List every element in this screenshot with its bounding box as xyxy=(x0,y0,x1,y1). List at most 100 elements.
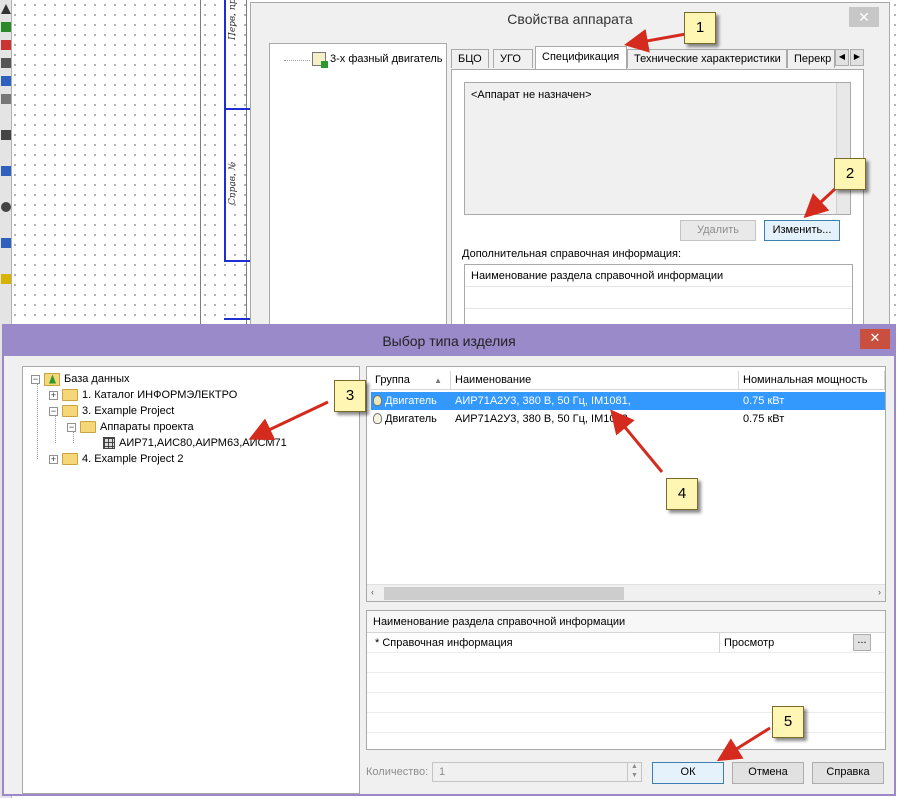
database-tree: − База данных + 1. Каталог ИНФОРМЭЛЕКТРО… xyxy=(22,366,360,794)
change-button[interactable]: Изменить... xyxy=(764,220,840,241)
column-header-name[interactable]: Наименование xyxy=(451,371,739,390)
expand-icon[interactable]: + xyxy=(49,390,58,400)
ok-button[interactable]: ОК xyxy=(652,762,724,784)
tree-node-label: 1. Каталог ИНФОРМЭЛЕКТРО xyxy=(82,389,238,401)
tree-node-label: АИР71,АИС80,АИРМ63,АИСМ71 xyxy=(119,437,287,449)
device-tree: 3-х фазный двигатель xyxy=(269,43,447,333)
callout-1: 1 xyxy=(684,12,716,44)
tool-icon[interactable] xyxy=(1,202,11,212)
tree-node-label: 3. Example Project xyxy=(82,405,175,417)
tool-icon[interactable] xyxy=(1,76,11,86)
dialog-title: Свойства аппарата xyxy=(251,3,889,35)
tool-icon[interactable] xyxy=(1,4,11,14)
cell-name: АИР71А2У3, 380 В, 50 Гц, IM1082, xyxy=(455,413,631,425)
tree-node-project2[interactable]: + 4. Example Project 2 xyxy=(49,451,184,467)
quantity-stepper[interactable]: 1 ▲ ▼ xyxy=(432,762,642,782)
quantity-value: 1 xyxy=(439,766,446,778)
info-row-value: Просмотр xyxy=(719,633,774,653)
callout-3: 3 xyxy=(334,380,366,412)
tool-icon[interactable] xyxy=(1,22,11,32)
info-header: Наименование раздела справочной информац… xyxy=(367,611,885,633)
sort-ascending-icon: ▲ xyxy=(434,376,442,385)
tab-cross-ref[interactable]: Перекр xyxy=(787,49,835,68)
scroll-right-icon[interactable]: › xyxy=(878,587,881,597)
tree-node-catalog[interactable]: + 1. Каталог ИНФОРМЭЛЕКТРО xyxy=(49,387,237,403)
tree-node-label: Аппараты проекта xyxy=(100,421,194,433)
delete-button[interactable]: Удалить xyxy=(680,220,756,241)
scroll-left-icon[interactable]: ‹ xyxy=(371,587,374,597)
info-column-header: Наименование раздела справочной информац… xyxy=(465,265,852,287)
horizontal-scrollbar[interactable]: ‹ › xyxy=(367,584,885,601)
folder-icon xyxy=(80,421,96,433)
column-header-group[interactable]: Группа ▲ xyxy=(371,371,451,390)
browse-button[interactable]: ... xyxy=(853,634,871,651)
tab-scroll-right-icon[interactable]: ▶ xyxy=(850,49,864,66)
tool-icon[interactable] xyxy=(1,94,11,104)
tab-scroll-left-icon[interactable]: ◀ xyxy=(835,49,849,66)
cell-power: 0.75 кВт xyxy=(743,395,785,407)
callout-4: 4 xyxy=(666,478,698,510)
cancel-button[interactable]: Отмена xyxy=(732,762,804,784)
tree-item-motor[interactable]: 3-х фазный двигатель xyxy=(312,52,443,68)
specification-panel: <Аппарат не назначен> Удалить Изменить..… xyxy=(451,69,864,334)
folder-icon xyxy=(62,389,78,401)
vertical-scrollbar[interactable] xyxy=(836,83,850,214)
tab-ugo[interactable]: УГО xyxy=(493,49,533,68)
quantity-label: Количество: xyxy=(366,766,429,778)
collapse-icon[interactable]: − xyxy=(67,422,76,432)
title-block-divider xyxy=(224,318,250,320)
title-block-text: Справ. № xyxy=(228,161,238,205)
spec-device-box: <Аппарат не назначен> xyxy=(464,82,851,215)
component-icon xyxy=(312,52,328,68)
table-row[interactable]: Двигатель АИР71А2У3, 380 В, 50 Гц, IM108… xyxy=(371,392,885,410)
help-button[interactable]: Справка xyxy=(812,762,884,784)
database-icon xyxy=(44,372,60,386)
cell-group: Двигатель xyxy=(385,395,437,407)
dialog-title: Выбор типа изделия xyxy=(4,326,894,356)
cell-name: АИР71А2У3, 380 В, 50 Гц, IM1081, xyxy=(455,395,631,407)
product-list: Группа ▲ Наименование Номинальная мощнос… xyxy=(366,366,886,602)
tree-node-device-series[interactable]: АИР71,АИС80,АИРМ63,АИСМ71 xyxy=(103,435,287,451)
tool-icon[interactable] xyxy=(1,166,11,176)
lightbulb-icon xyxy=(373,413,382,424)
decrement-icon[interactable]: ▼ xyxy=(627,772,641,781)
tab-tech-characteristics[interactable]: Технические характеристики xyxy=(627,49,787,68)
callout-2: 2 xyxy=(834,158,866,190)
column-header-power[interactable]: Номинальная мощность xyxy=(739,371,885,390)
collapse-icon[interactable]: − xyxy=(31,374,40,384)
title-block-text: Перв. примен xyxy=(228,0,238,40)
additional-info-label: Дополнительная справочная информация: xyxy=(462,248,682,260)
tool-icon[interactable] xyxy=(1,130,11,140)
tree-node-database[interactable]: − База данных xyxy=(31,371,130,387)
empty-row xyxy=(367,673,885,693)
folder-icon xyxy=(62,453,78,465)
lightbulb-icon xyxy=(373,395,382,406)
collapse-icon[interactable]: − xyxy=(49,406,58,416)
tab-specification[interactable]: Спецификация xyxy=(535,46,627,69)
tree-item-label: 3-х фазный двигатель xyxy=(330,53,443,65)
callout-5: 5 xyxy=(772,706,804,738)
tool-icon[interactable] xyxy=(1,40,11,50)
table-row[interactable]: Двигатель АИР71А2У3, 380 В, 50 Гц, IM108… xyxy=(371,410,885,428)
tree-node-project-devices[interactable]: − Аппараты проекта xyxy=(67,419,194,435)
scrollbar-thumb[interactable] xyxy=(384,587,624,600)
tool-icon[interactable] xyxy=(1,274,11,284)
tab-bco[interactable]: БЦО xyxy=(451,49,489,68)
tree-node-project[interactable]: − 3. Example Project xyxy=(49,403,174,419)
title-block-divider xyxy=(224,108,250,110)
spec-device-text: <Аппарат не назначен> xyxy=(471,89,592,101)
info-row[interactable] xyxy=(465,287,852,309)
empty-row xyxy=(367,693,885,713)
tool-icon[interactable] xyxy=(1,238,11,248)
increment-icon[interactable]: ▲ xyxy=(627,763,641,772)
cell-power: 0.75 кВт xyxy=(743,413,785,425)
device-properties-dialog: Свойства аппарата ✕ 3-х фазный двигатель… xyxy=(250,2,890,334)
tree-node-label: 4. Example Project 2 xyxy=(82,453,184,465)
info-row[interactable]: * Справочная информация Просмотр ... xyxy=(367,633,885,653)
expand-icon[interactable]: + xyxy=(49,454,58,464)
close-button[interactable]: ✕ xyxy=(860,329,890,349)
drawing-line xyxy=(200,0,201,324)
close-button[interactable]: ✕ xyxy=(849,7,879,27)
info-row-label: * Справочная информация xyxy=(375,637,513,649)
tool-icon[interactable] xyxy=(1,58,11,68)
